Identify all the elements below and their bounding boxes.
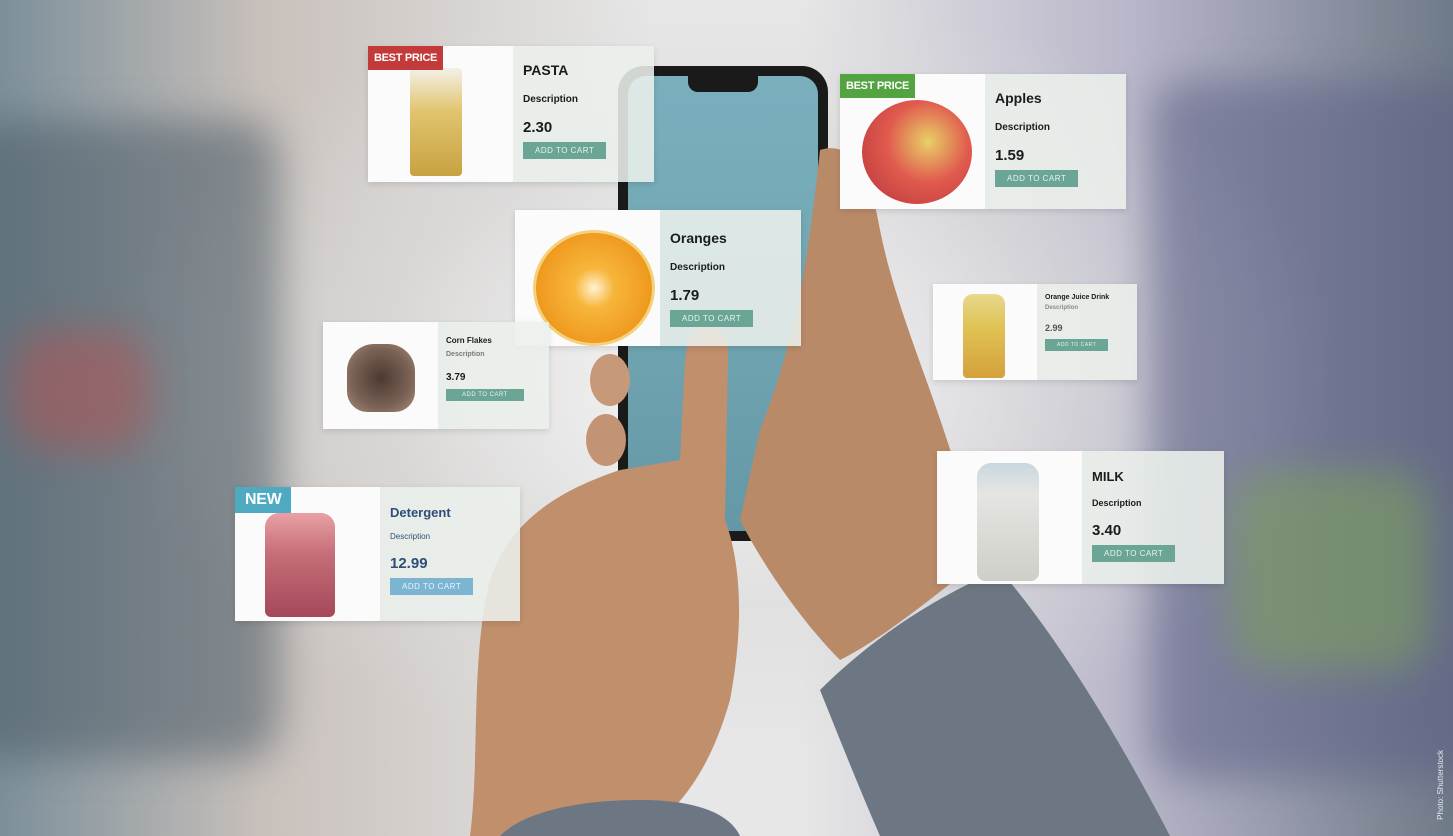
hands-layer [470, 148, 1170, 836]
add-to-cart-button[interactable]: ADD TO CART [1092, 545, 1176, 562]
product-price: 2.30 [523, 119, 553, 136]
product-card-milk[interactable]: MILK Description 3.40 ADD TO CART [937, 451, 1224, 584]
product-price: 2.99 [1045, 323, 1063, 333]
product-name: Apples [995, 90, 1042, 106]
add-to-cart-button[interactable]: ADD TO CART [1045, 339, 1109, 351]
product-description: Description [1092, 498, 1142, 508]
muffin-image [323, 322, 438, 429]
juice-image [933, 284, 1037, 380]
orange-fruit [533, 230, 655, 346]
product-card-orange-juice[interactable]: Orange Juice Drink Description 2.99 ADD … [933, 284, 1137, 380]
product-description: Description [446, 351, 485, 358]
pasta-image: BEST PRICE [368, 46, 513, 182]
detergent-bottle [265, 513, 335, 617]
product-description: Description [995, 122, 1051, 133]
add-to-cart-button[interactable]: ADD TO CART [523, 142, 607, 159]
add-to-cart-button[interactable]: ADD TO CART [995, 170, 1079, 187]
detergent-info: Detergent Description 12.99 ADD TO CART [380, 487, 520, 621]
product-card-apples[interactable]: BEST PRICE Apples Description 1.59 ADD T… [840, 74, 1126, 209]
juice-bottle [963, 294, 1005, 378]
product-card-oranges[interactable]: Oranges Description 1.79 ADD TO CART [515, 210, 801, 346]
product-description: Description [390, 532, 431, 541]
detergent-image: NEW [235, 487, 380, 621]
best-price-badge: BEST PRICE [368, 46, 444, 70]
product-name: PASTA [523, 62, 569, 78]
new-badge: NEW [235, 487, 292, 513]
pasta-info: PASTA Description 2.30 ADD TO CART [513, 46, 654, 182]
best-price-badge: BEST PRICE [840, 74, 916, 98]
photo-credit: Photo: Shutterstock [1436, 750, 1445, 820]
product-name: Corn Flakes [446, 336, 492, 345]
milk-image [937, 451, 1082, 584]
apple-info: Apples Description 1.59 ADD TO CART [985, 74, 1126, 209]
milk-info: MILK Description 3.40 ADD TO CART [1082, 451, 1224, 584]
product-price: 1.59 [995, 147, 1025, 164]
knuckle-2 [586, 414, 626, 466]
product-card-detergent[interactable]: NEW Detergent Description 12.99 ADD TO C… [235, 487, 520, 621]
product-description: Description [670, 262, 726, 273]
add-to-cart-button[interactable]: ADD TO CART [670, 310, 754, 327]
pasta-package [410, 68, 462, 176]
product-description: Description [1045, 305, 1079, 311]
product-price: 3.40 [1092, 522, 1122, 539]
add-to-cart-button[interactable]: ADD TO CART [446, 389, 524, 401]
milk-bottle [977, 463, 1039, 581]
product-card-pasta[interactable]: BEST PRICE PASTA Description 2.30 ADD TO… [368, 46, 654, 182]
orange-info: Oranges Description 1.79 ADD TO CART [660, 210, 801, 346]
apple-fruit [862, 100, 972, 204]
muffin-item [347, 344, 415, 412]
add-to-cart-button[interactable]: ADD TO CART [390, 578, 474, 595]
product-description: Description [523, 94, 579, 105]
cornflakes-info: Corn Flakes Description 3.79 ADD TO CART [438, 322, 549, 429]
knuckle-1 [590, 354, 630, 406]
product-price: 12.99 [390, 555, 428, 572]
juice-info: Orange Juice Drink Description 2.99 ADD … [1037, 284, 1137, 380]
product-name: Detergent [390, 505, 451, 520]
apple-image: BEST PRICE [840, 74, 985, 209]
product-name: Orange Juice Drink [1045, 294, 1110, 301]
product-price: 1.79 [670, 287, 700, 304]
supermarket-scene: BEST PRICE PASTA Description 2.30 ADD TO… [0, 0, 1453, 836]
product-name: MILK [1092, 469, 1124, 484]
product-price: 3.79 [446, 372, 466, 383]
product-name: Oranges [670, 230, 727, 246]
product-card-cornflakes[interactable]: Corn Flakes Description 3.79 ADD TO CART [323, 322, 549, 429]
